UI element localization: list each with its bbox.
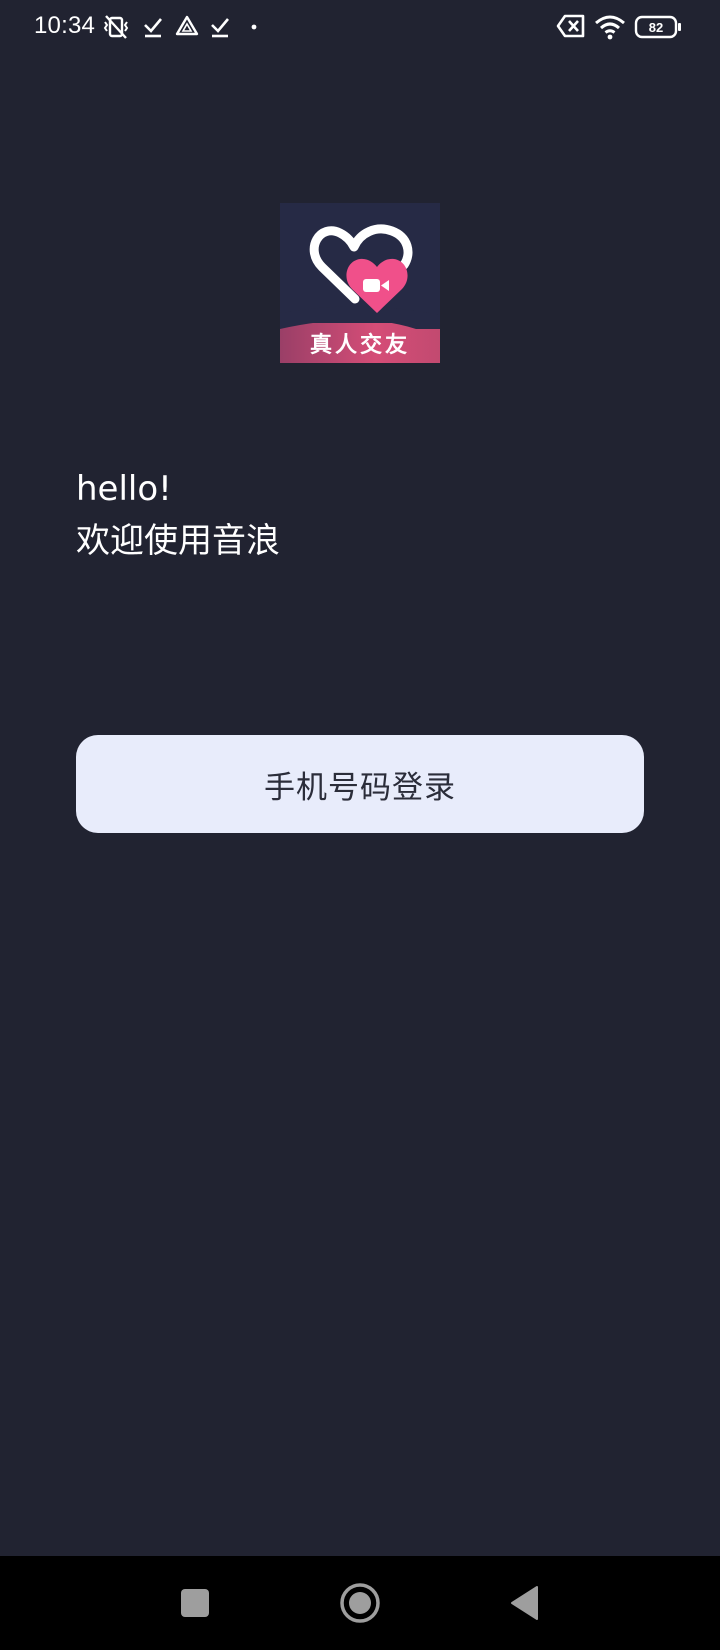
no-sim-icon <box>556 14 586 38</box>
phone-login-button[interactable]: 手机号码登录 <box>76 735 644 833</box>
greeting-hello: hello! <box>76 469 172 509</box>
navigation-bar <box>0 1556 720 1650</box>
recents-icon <box>181 1589 209 1617</box>
download-done-icon <box>143 14 163 38</box>
status-time: 10:34 <box>34 12 96 39</box>
battery-level: 82 <box>649 20 663 35</box>
mute-vibrate-icon <box>102 14 130 40</box>
dot-icon <box>251 24 257 30</box>
login-screen: 10:34 82 真人交友 hello! 欢迎使用音浪 手机号码登录 <box>0 0 720 1650</box>
home-icon <box>340 1583 380 1623</box>
back-button[interactable] <box>498 1576 552 1630</box>
home-button[interactable] <box>333 1576 387 1630</box>
recents-button[interactable] <box>168 1576 222 1630</box>
drive-icon <box>175 14 199 38</box>
back-icon <box>511 1586 538 1620</box>
greeting: hello! 欢迎使用音浪 <box>76 463 280 567</box>
wifi-icon <box>594 14 626 40</box>
battery-icon: 82 <box>634 15 682 39</box>
phone-login-label: 手机号码登录 <box>264 769 456 806</box>
app-logo: 真人交友 <box>280 203 440 363</box>
status-bar: 10:34 82 <box>0 0 720 56</box>
download-done-icon <box>210 14 230 38</box>
greeting-welcome: 欢迎使用音浪 <box>76 521 280 561</box>
logo-text: 真人交友 <box>309 333 410 358</box>
